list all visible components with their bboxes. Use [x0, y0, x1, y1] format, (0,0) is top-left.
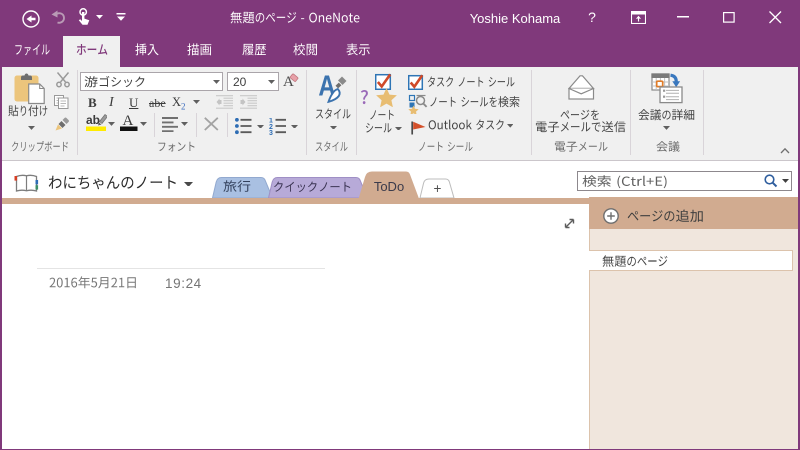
svg-text:ab: ab — [86, 113, 100, 127]
svg-text:3: 3 — [269, 130, 273, 135]
